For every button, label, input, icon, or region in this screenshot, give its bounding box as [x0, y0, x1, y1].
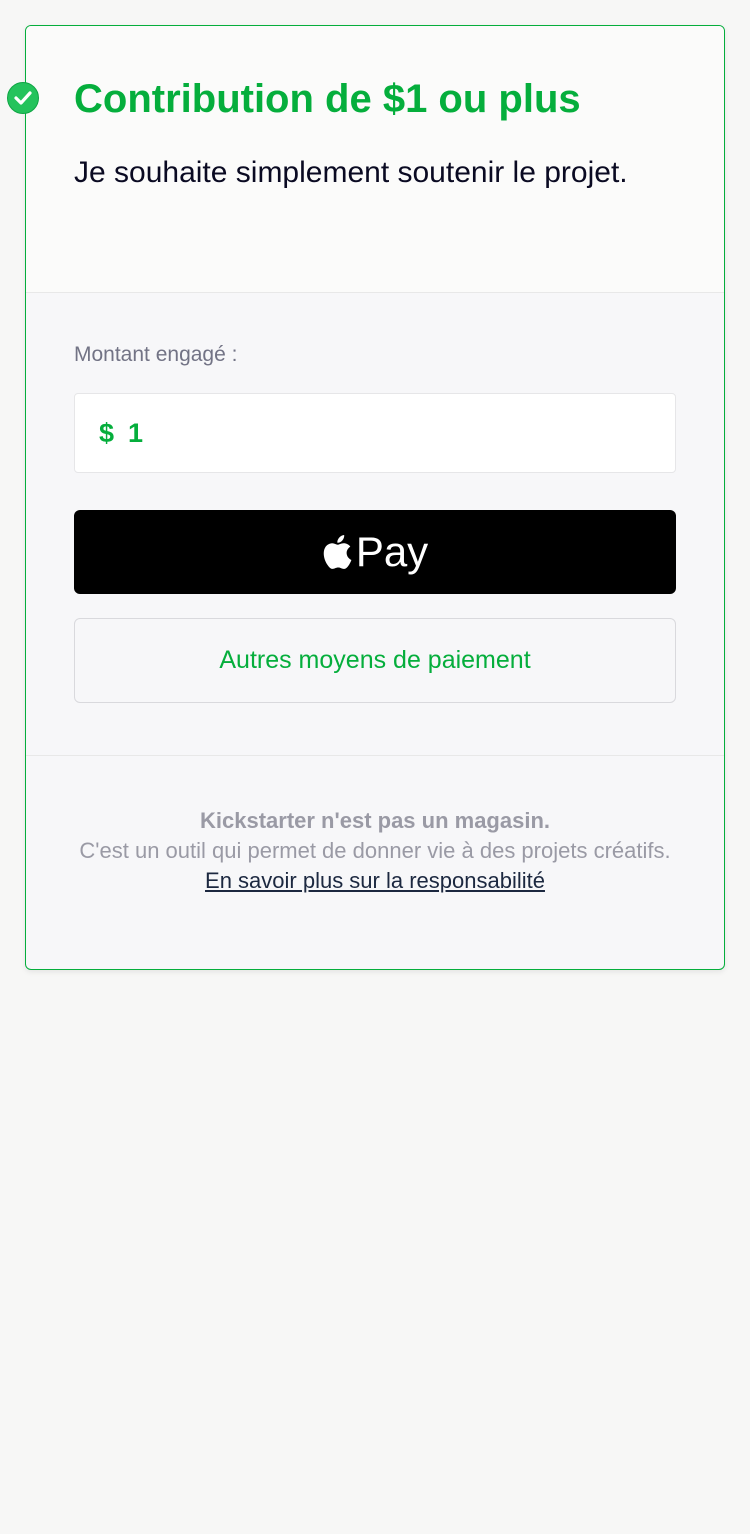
reward-card[interactable]: Contribution de $1 ou plus Je souhaite s… — [25, 25, 725, 970]
reward-description: Je souhaite simplement soutenir le proje… — [74, 156, 628, 189]
pledge-section: Montant engagé : $ 1 Pay Autres moyens d… — [26, 293, 724, 756]
apple-logo-icon — [323, 535, 352, 569]
pledge-amount-value: 1 — [128, 417, 144, 448]
check-circle-icon — [7, 82, 39, 114]
footer-headline: Kickstarter n'est pas un magasin. — [199, 808, 551, 833]
reward-header: Contribution de $1 ou plus Je souhaite s… — [26, 26, 724, 293]
footer-info: Kickstarter n'est pas un magasin. C'est … — [26, 756, 724, 896]
pledge-amount-label: Montant engagé : — [74, 343, 238, 366]
currency-symbol: $ — [99, 417, 115, 448]
apple-pay-button[interactable]: Pay — [74, 510, 676, 594]
reward-title: Contribution de $1 ou plus — [74, 77, 581, 121]
footer-body: C'est un outil qui permet de donner vie … — [79, 838, 671, 863]
pledge-amount-input[interactable]: $ 1 — [74, 393, 676, 473]
apple-pay-label: Pay — [355, 528, 429, 575]
other-payment-button[interactable]: Autres moyens de paiement — [74, 618, 676, 703]
accountability-link[interactable]: En savoir plus sur la responsabilité — [205, 866, 545, 896]
